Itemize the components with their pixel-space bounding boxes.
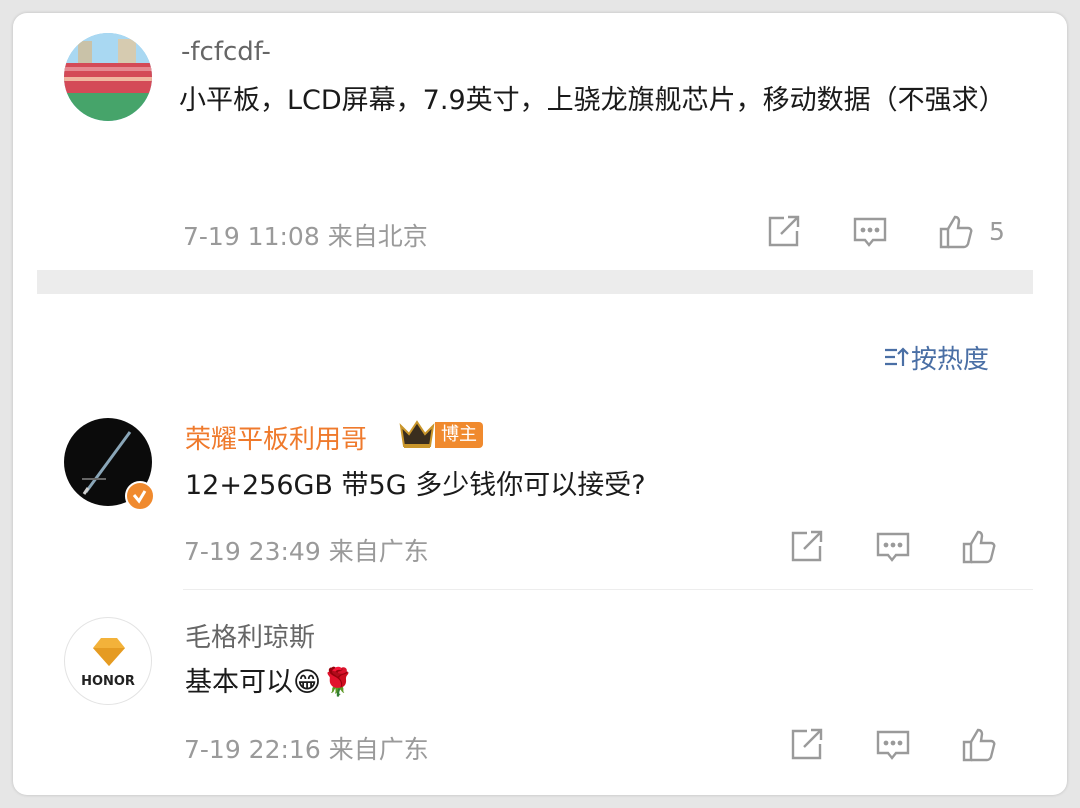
reply-time: 7-19 22:16 (184, 735, 321, 764)
blogger-badge: 博主 (435, 422, 483, 448)
section-divider (37, 270, 1033, 294)
reply-meta: 7-19 23:49 来自广东 (184, 532, 429, 568)
avatar-brand-text: HONOR (81, 674, 135, 689)
reply-username[interactable]: 荣耀平板利用哥 (185, 419, 367, 456)
comment-text: 小平板，LCD屏幕，7.9英寸，上骁龙旗舰芯片，移动数据（不强求） (179, 85, 1006, 116)
comment-time: 7-19 11:08 (183, 222, 320, 251)
share-icon[interactable] (787, 528, 825, 566)
comment-meta: 7-19 11:08 来自北京 (183, 217, 428, 253)
crown-icon (399, 418, 435, 450)
like-icon[interactable] (937, 213, 975, 251)
comment-panel: -fcfcdf- 小平板，LCD屏幕，7.9英寸，上骁龙旗舰芯片，移动数据（不强… (13, 13, 1067, 795)
reply-location: 来自广东 (328, 735, 429, 764)
like-icon[interactable] (960, 726, 998, 764)
comment-username[interactable]: -fcfcdf- (181, 37, 271, 67)
share-icon[interactable] (787, 726, 825, 764)
reply-text: 12+256GB 带5G 多少钱你可以接受? (185, 470, 646, 501)
comment-icon[interactable] (851, 213, 889, 251)
reply-meta: 7-19 22:16 来自广东 (184, 730, 429, 766)
reply-divider (183, 589, 1033, 590)
sort-icon (883, 345, 911, 376)
like-icon[interactable] (960, 528, 998, 566)
verified-icon (125, 481, 155, 511)
avatar-honor[interactable]: HONOR (64, 617, 152, 705)
avatar[interactable] (64, 33, 152, 121)
like-count: 5 (989, 217, 1005, 246)
reply-time: 7-19 23:49 (184, 537, 321, 566)
comment-location: 来自北京 (327, 222, 428, 251)
sort-label: 按热度 (911, 345, 990, 375)
comment-icon[interactable] (874, 528, 912, 566)
reply-text: 基本可以😁🌹 (185, 667, 355, 698)
sort-toggle[interactable]: 按热度 (883, 339, 989, 376)
share-icon[interactable] (764, 213, 802, 251)
reply-location: 来自广东 (328, 537, 429, 566)
comment-icon[interactable] (874, 726, 912, 764)
reply-username[interactable]: 毛格利琼斯 (185, 617, 315, 654)
